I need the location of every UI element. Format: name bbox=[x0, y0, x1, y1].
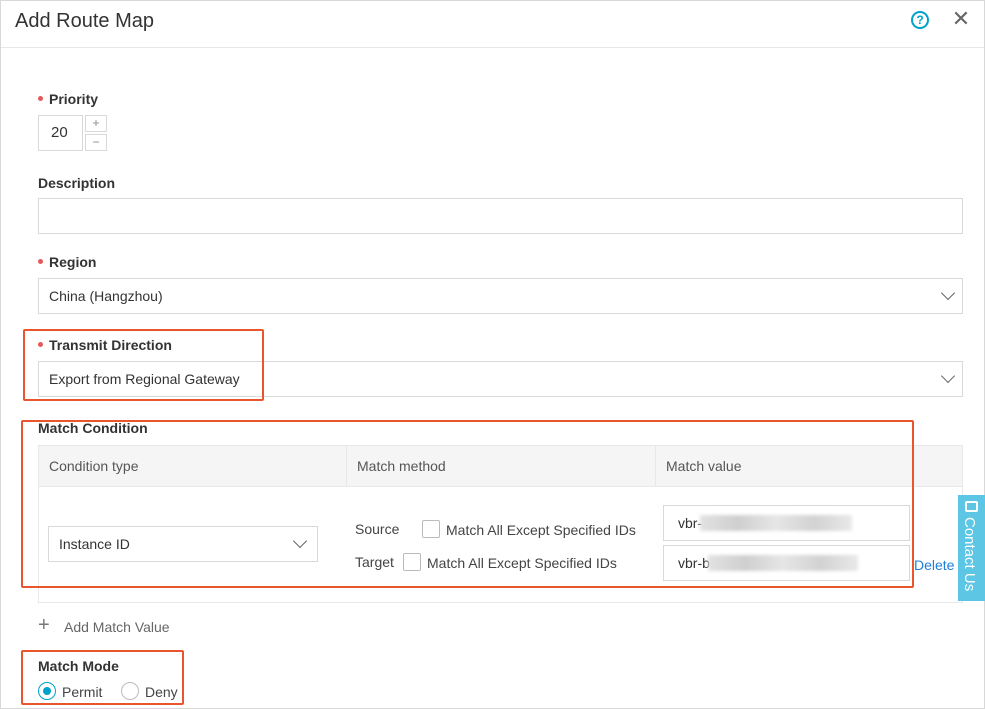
description-label: Description bbox=[38, 175, 116, 191]
description-input[interactable] bbox=[38, 198, 963, 234]
required-dot bbox=[38, 341, 43, 347]
priority-value: 20 bbox=[51, 124, 68, 141]
match-mode-label: Match Mode bbox=[38, 658, 119, 674]
close-icon[interactable]: ✕ bbox=[951, 7, 971, 31]
required-dot bbox=[38, 95, 43, 101]
plus-icon: + bbox=[38, 614, 50, 636]
column-header-match-method: Match method bbox=[346, 445, 655, 487]
redacted-value bbox=[708, 555, 858, 571]
help-icon[interactable]: ? bbox=[911, 11, 929, 29]
dialog-title: Add Route Map bbox=[15, 10, 154, 32]
region-value: China (Hangzhou) bbox=[49, 288, 163, 304]
required-dot bbox=[38, 258, 43, 264]
column-header-match-value: Match value bbox=[655, 445, 963, 487]
add-match-value-label: Add Match Value bbox=[64, 619, 170, 635]
match-condition-label: Match Condition bbox=[38, 420, 148, 436]
priority-label: Priority bbox=[38, 91, 98, 107]
deny-radio[interactable] bbox=[121, 682, 139, 700]
chevron-down-icon bbox=[292, 533, 308, 549]
source-except-label: Match All Except Specified IDs bbox=[446, 522, 636, 538]
permit-label: Permit bbox=[62, 684, 103, 700]
target-except-label: Match All Except Specified IDs bbox=[427, 555, 617, 571]
column-header-condition-type: Condition type bbox=[38, 445, 346, 487]
chat-icon bbox=[965, 501, 978, 512]
redacted-value bbox=[700, 515, 852, 531]
add-match-value-button[interactable]: + Add Match Value bbox=[38, 614, 198, 636]
deny-label: Deny bbox=[145, 684, 178, 700]
chevron-down-icon bbox=[940, 285, 956, 301]
source-label: Source bbox=[355, 521, 400, 537]
contact-us-label: Contact Us bbox=[961, 517, 978, 592]
region-label: Region bbox=[38, 254, 96, 270]
delete-link[interactable]: Delete bbox=[914, 557, 954, 573]
dialog-header: Add Route Map ? ✕ bbox=[1, 1, 984, 48]
permit-radio[interactable] bbox=[38, 682, 56, 700]
add-route-map-dialog: Add Route Map ? ✕ Priority 20 + − Descri… bbox=[0, 0, 985, 709]
chevron-down-icon bbox=[940, 368, 956, 384]
target-value-input[interactable]: vbr-b bbox=[663, 545, 910, 581]
condition-type-value: Instance ID bbox=[59, 536, 130, 552]
transmit-direction-value: Export from Regional Gateway bbox=[49, 371, 240, 387]
source-value-text: vbr- bbox=[678, 515, 703, 531]
target-value-text: vbr-b bbox=[678, 555, 710, 571]
transmit-direction-select[interactable]: Export from Regional Gateway bbox=[38, 361, 963, 397]
condition-type-select[interactable]: Instance ID bbox=[48, 526, 318, 562]
transmit-direction-label: Transmit Direction bbox=[38, 337, 172, 353]
target-except-checkbox[interactable] bbox=[403, 553, 421, 571]
source-except-checkbox[interactable] bbox=[422, 520, 440, 538]
source-value-input[interactable]: vbr- bbox=[663, 505, 910, 541]
priority-input[interactable]: 20 bbox=[38, 115, 83, 151]
target-label: Target bbox=[355, 554, 394, 570]
contact-us-button[interactable]: Contact Us bbox=[958, 495, 985, 601]
priority-decrement-button[interactable]: − bbox=[85, 134, 107, 151]
priority-increment-button[interactable]: + bbox=[85, 115, 107, 132]
region-select[interactable]: China (Hangzhou) bbox=[38, 278, 963, 314]
